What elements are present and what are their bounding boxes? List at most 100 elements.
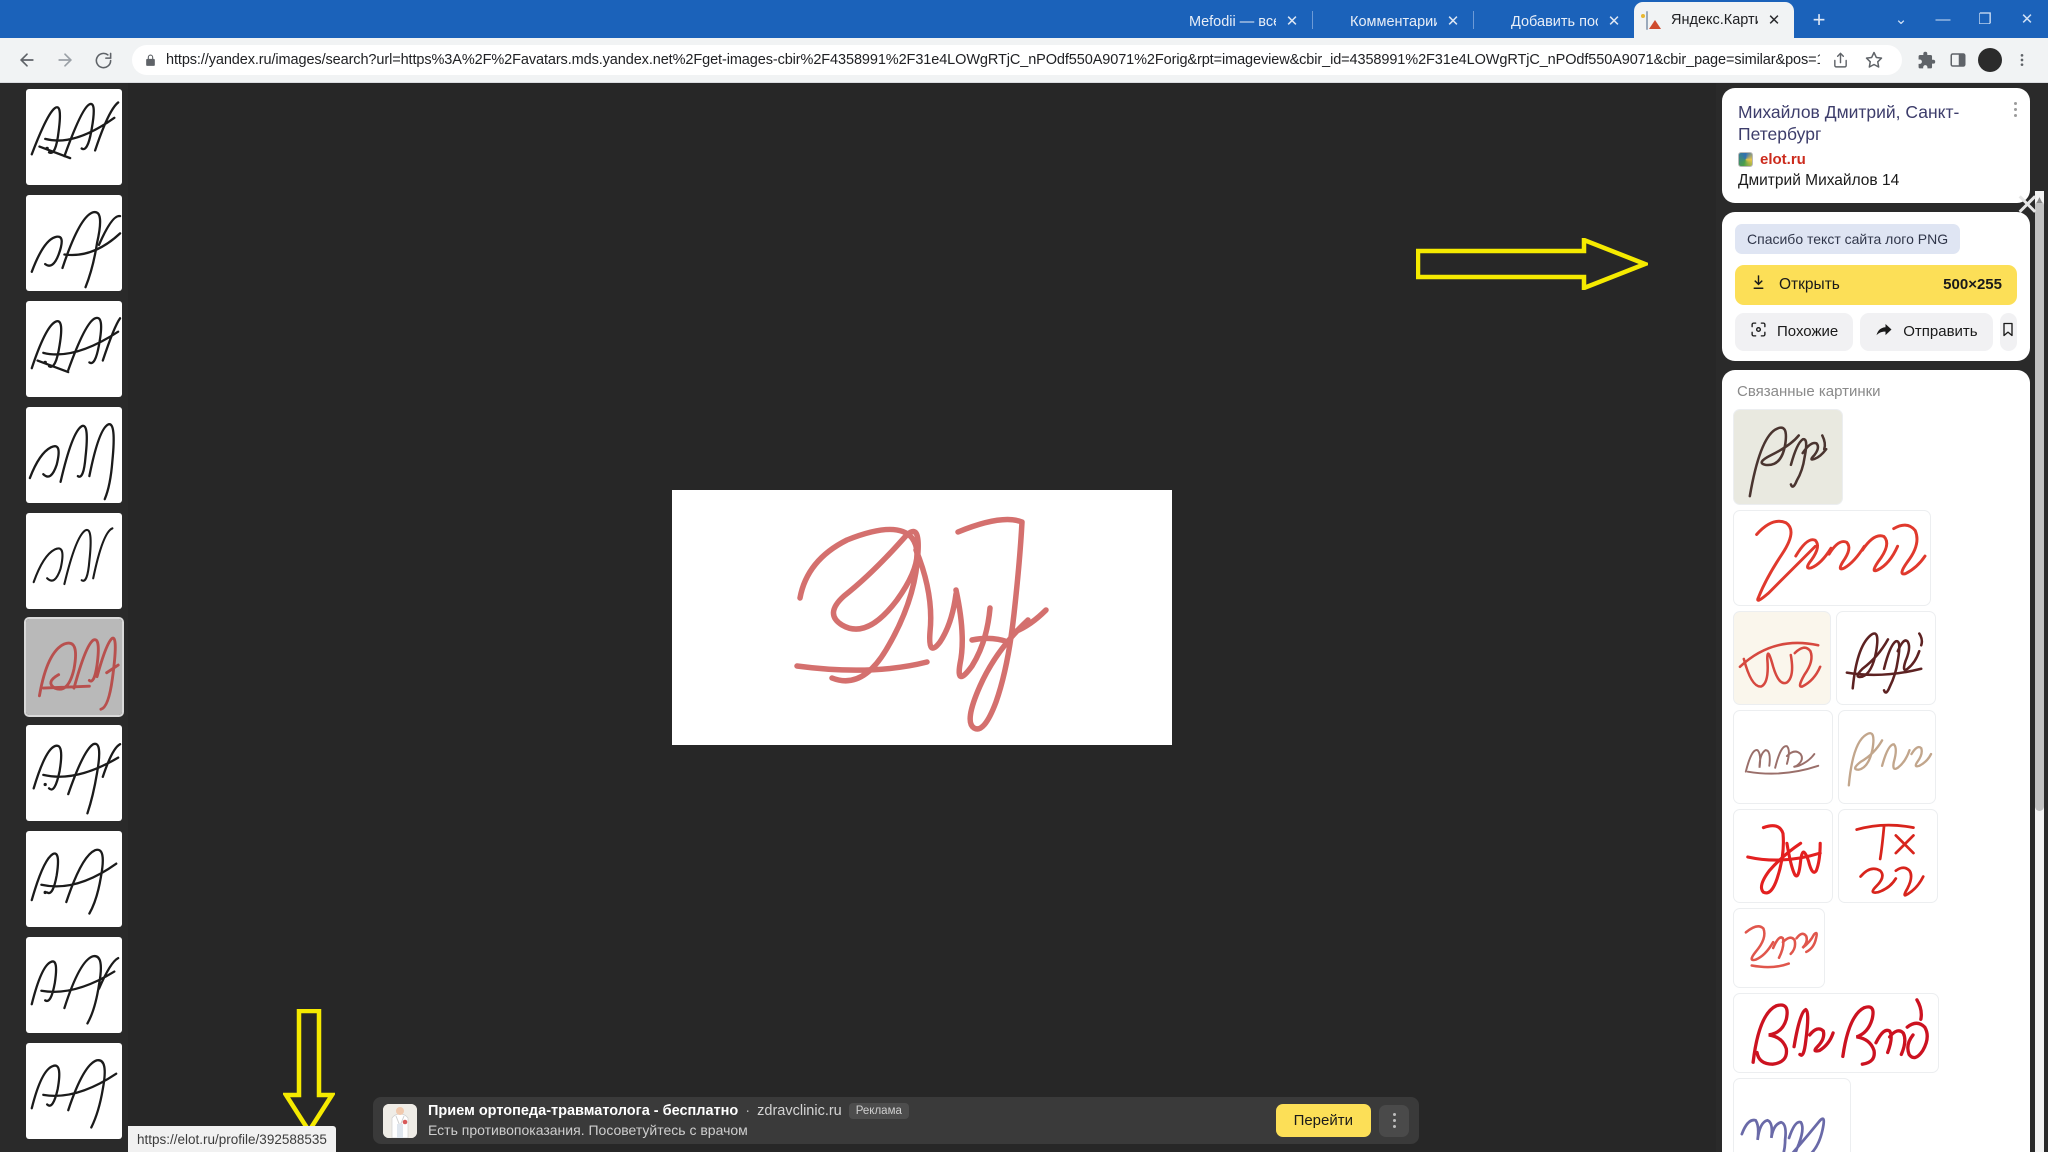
status-link-preview: https://elot.ru/profile/392588535 <box>128 1126 336 1152</box>
thumbnail-item[interactable] <box>26 301 122 397</box>
tab-kommentarii[interactable]: Комментарии ✕ <box>1313 5 1473 38</box>
close-icon[interactable]: ✕ <box>2015 191 2040 221</box>
ad-banner[interactable]: Прием ортопеда-травматолога - бесплатно … <box>373 1097 1419 1144</box>
annotation-arrow-down <box>283 1009 335 1134</box>
minimize-icon[interactable]: — <box>1922 0 1964 38</box>
ad-subtitle: Есть противопоказания. Посоветуйтесь с в… <box>428 1122 748 1138</box>
forward-icon[interactable] <box>48 43 82 77</box>
related-images-card: Связанные картинки ▲ <box>1722 191 2044 1152</box>
ad-domain: zdravclinic.ru <box>757 1103 842 1119</box>
url-text: https://yandex.ru/images/search?url=http… <box>166 52 1820 68</box>
site-favicon-icon <box>1738 151 1753 167</box>
back-icon[interactable] <box>10 43 44 77</box>
similar-button-label: Похожие <box>1777 323 1839 341</box>
related-image-item[interactable] <box>1838 808 1938 903</box>
related-images-title: Связанные картинки <box>1737 382 1881 400</box>
open-button-label: Открыть <box>1779 275 1840 293</box>
new-tab-button[interactable]: + <box>1804 5 1834 35</box>
chrome-menu-icon[interactable] <box>2006 44 2038 76</box>
close-icon[interactable]: ✕ <box>1764 10 1784 30</box>
actions-card: Спасибо текст сайта лого PNG Открыть 500… <box>1722 211 2030 361</box>
annotation-arrow-right <box>1416 238 1648 290</box>
close-window-icon[interactable]: ✕ <box>2006 0 2048 38</box>
maximize-icon[interactable]: ❐ <box>1964 0 2006 38</box>
tab-mefodii[interactable]: Mefodii — все ✕ <box>1152 5 1312 38</box>
omnibox-actions <box>1824 45 1890 75</box>
firefox-icon <box>1164 13 1181 30</box>
ad-cta-button[interactable]: Перейти <box>1275 1104 1371 1137</box>
download-icon <box>1750 274 1767 296</box>
similar-button[interactable]: Похожие <box>1735 312 1854 351</box>
thumbnail-item[interactable] <box>26 831 122 927</box>
related-image-item[interactable] <box>1733 1077 1851 1152</box>
extensions-puzzle-icon[interactable] <box>1910 44 1942 76</box>
tab-title: Комментарии <box>1350 13 1437 30</box>
secondary-actions: Похожие Отправить <box>1735 312 2017 351</box>
thumbnail-item[interactable] <box>26 89 122 185</box>
thumbnail-item[interactable] <box>26 1043 122 1139</box>
thumbnail-item[interactable] <box>26 195 122 291</box>
share-icon[interactable] <box>1824 45 1856 75</box>
thumbnail-item[interactable] <box>26 937 122 1033</box>
image-alt-text: Дмитрий Михайлов 14 <box>1738 171 1900 189</box>
ad-separator: · <box>745 1103 751 1119</box>
close-icon[interactable]: ✕ <box>1282 12 1302 32</box>
image-dimensions: 500×255 <box>1943 276 2002 294</box>
hero-image[interactable] <box>672 490 1172 745</box>
related-image-item[interactable] <box>1733 509 1931 606</box>
firefox-icon <box>1325 13 1342 30</box>
source-domain[interactable]: elot.ru <box>1760 151 1806 168</box>
close-icon[interactable]: ✕ <box>1443 12 1463 32</box>
browser-toolbar: https://yandex.ru/images/search?url=http… <box>0 38 2048 83</box>
send-button[interactable]: Отправить <box>1860 312 1993 351</box>
open-button[interactable]: Открыть 500×255 <box>1735 264 2017 305</box>
thumbnail-item[interactable] <box>26 513 122 609</box>
bookmark-icon <box>2000 320 2016 344</box>
chevron-down-icon[interactable]: ⌄ <box>1880 0 1922 38</box>
sidepanel-icon[interactable] <box>1942 44 1974 76</box>
tab-title: Яндекс.Картинк <box>1671 12 1758 28</box>
similar-search-icon <box>1750 321 1767 342</box>
related-image-item[interactable] <box>1733 992 1939 1073</box>
related-image-item[interactable] <box>1733 808 1833 903</box>
close-icon[interactable]: ✕ <box>1604 12 1624 32</box>
related-image-item[interactable] <box>1733 610 1831 705</box>
tab-yandex-images[interactable]: Яндекс.Картинк ✕ <box>1634 2 1794 38</box>
tab-title: Добавить пост <box>1511 13 1598 30</box>
more-vertical-icon[interactable] <box>1379 1104 1409 1137</box>
profile-avatar[interactable] <box>1974 44 2006 76</box>
related-image-item[interactable] <box>1733 907 1825 988</box>
address-bar[interactable]: https://yandex.ru/images/search?url=http… <box>132 45 1902 75</box>
browser-window: Mefodii — все ✕ Комментарии ✕ Добавить п… <box>0 0 2048 1152</box>
firefox-icon <box>1486 13 1503 30</box>
related-image-item[interactable] <box>1838 709 1936 804</box>
window-controls: ⌄ — ❐ ✕ <box>1880 0 2048 38</box>
ad-thumbnail <box>383 1103 417 1138</box>
details-sidebar: ✕ Михайлов Дмитрий, Санкт-Петербург elot… <box>1716 83 2048 1152</box>
thumbnail-item[interactable] <box>26 407 122 503</box>
ad-text: Прием ортопеда-травматолога - бесплатно … <box>428 1103 1276 1138</box>
bookmark-star-icon[interactable] <box>1858 45 1890 75</box>
thumbnail-item-selected[interactable] <box>24 617 124 717</box>
more-vertical-icon[interactable] <box>2014 102 2017 117</box>
thumbnail-rail[interactable] <box>0 83 128 1152</box>
page-title[interactable]: Михайлов Дмитрий, Санкт-Петербург <box>1738 102 2014 146</box>
tab-strip: Mefodii — все ✕ Комментарии ✕ Добавить п… <box>0 0 2048 38</box>
bookmark-button[interactable] <box>1999 312 2017 351</box>
thumbnail-item[interactable] <box>26 725 122 821</box>
tag-chip[interactable]: Спасибо текст сайта лого PNG <box>1735 223 1961 254</box>
tab-dobavit-post[interactable]: Добавить пост ✕ <box>1474 5 1634 38</box>
source-domain-row[interactable]: elot.ru <box>1738 151 2014 168</box>
related-image-item[interactable] <box>1733 709 1833 804</box>
share-arrow-icon <box>1875 321 1893 343</box>
related-images-grid <box>1733 408 2019 1152</box>
yandex-images-icon <box>1646 10 1663 30</box>
reload-icon[interactable] <box>86 43 120 77</box>
page-content: Прием ортопеда-травматолога - бесплатно … <box>0 83 2048 1152</box>
ad-title: Прием ортопеда-травматолога - бесплатно <box>428 1103 739 1119</box>
hero-signature <box>794 516 1049 732</box>
related-image-item[interactable] <box>1733 408 1843 505</box>
tabs-area: Mefodii — все ✕ Комментарии ✕ Добавить п… <box>1152 2 1834 38</box>
related-image-item[interactable] <box>1836 610 1936 705</box>
send-button-label: Отправить <box>1903 323 1978 341</box>
